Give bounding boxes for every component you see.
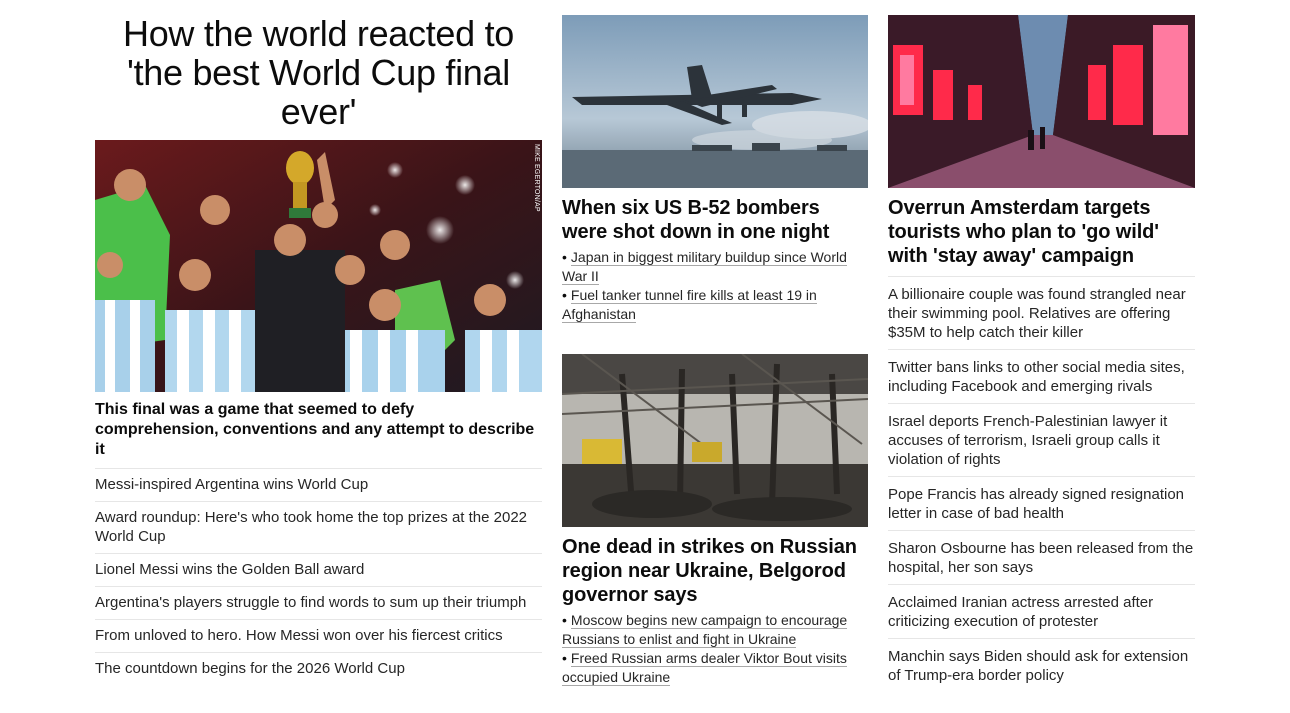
bullet-icon: • — [562, 287, 567, 303]
bullet-icon: • — [562, 612, 567, 628]
bullet-icon: • — [562, 650, 567, 666]
list-item: Pope Francis has already signed resignat… — [888, 477, 1195, 531]
list-item: A billionaire couple was found strangled… — [888, 277, 1195, 350]
list-item: Israel deports French-Palestinian lawyer… — [888, 404, 1195, 477]
list-item: The countdown begins for the 2026 World … — [95, 653, 542, 685]
related-link[interactable]: Lionel Messi wins the Golden Ball award — [95, 554, 542, 586]
world-cup-celebration-photo — [95, 140, 542, 392]
headline-link[interactable]: Acclaimed Iranian actress arrested after… — [888, 585, 1195, 638]
related-link[interactable]: Award roundup: Here's who took home the … — [95, 502, 542, 553]
related-link[interactable]: Japan in biggest military buildup since … — [562, 249, 847, 285]
amsterdam-story-image[interactable] — [888, 15, 1195, 188]
belgorod-story-image[interactable] — [562, 354, 868, 527]
list-item: Argentina's players struggle to find wor… — [95, 587, 542, 620]
lead-story-image[interactable]: MIKE EGERTON/AP — [95, 140, 542, 392]
headline-link[interactable]: Twitter bans links to other social media… — [888, 350, 1195, 403]
headline-link[interactable]: Israel deports French-Palestinian lawyer… — [888, 404, 1195, 476]
list-item: Acclaimed Iranian actress arrested after… — [888, 585, 1195, 639]
list-item: • Japan in biggest military buildup since… — [562, 248, 868, 286]
related-link[interactable]: The countdown begins for the 2026 World … — [95, 653, 542, 685]
list-item: Messi-inspired Argentina wins World Cup — [95, 469, 542, 502]
list-item: Award roundup: Here's who took home the … — [95, 502, 542, 554]
lead-story-title[interactable]: How the world reacted to 'the best World… — [95, 14, 542, 131]
lead-related-links: Messi-inspired Argentina wins World Cup … — [95, 469, 542, 685]
list-item: • Freed Russian arms dealer Viktor Bout v… — [562, 649, 868, 687]
bullet-icon: • — [562, 249, 567, 265]
photo-credit: MIKE EGERTON/AP — [533, 144, 540, 212]
middle-stories-column: When six US B-52 bombers were shot down … — [562, 0, 868, 687]
lead-story-subhead[interactable]: This final was a game that seemed to def… — [95, 400, 542, 469]
list-item: • Fuel tanker tunnel fire kills at least … — [562, 286, 868, 324]
related-link[interactable]: From unloved to hero. How Messi won over… — [95, 620, 542, 652]
headline-link[interactable]: A billionaire couple was found strangled… — [888, 277, 1195, 349]
headline-link[interactable]: Sharon Osbourne has been released from t… — [888, 531, 1195, 584]
list-item: • Moscow begins new campaign to encourage… — [562, 611, 868, 649]
right-stories-column: Overrun Amsterdam targets tourists who p… — [888, 0, 1195, 692]
b52-related-bullets: • Japan in biggest military buildup since… — [562, 248, 868, 324]
related-link[interactable]: Freed Russian arms dealer Viktor Bout vi… — [562, 650, 847, 686]
list-item: Manchin says Biden should ask for extens… — [888, 639, 1195, 692]
right-headline-list: A billionaire couple was found strangled… — [888, 276, 1195, 692]
amsterdam-story-headline[interactable]: Overrun Amsterdam targets tourists who p… — [888, 196, 1195, 268]
lead-story-column: How the world reacted to 'the best World… — [95, 0, 542, 685]
list-item: Sharon Osbourne has been released from t… — [888, 531, 1195, 585]
related-link[interactable]: Fuel tanker tunnel fire kills at least 1… — [562, 287, 817, 323]
list-item: From unloved to hero. How Messi won over… — [95, 620, 542, 653]
b52-bomber-photo — [562, 15, 868, 188]
related-link[interactable]: Moscow begins new campaign to encourage … — [562, 612, 848, 648]
b52-story-headline[interactable]: When six US B-52 bombers were shot down … — [562, 196, 868, 244]
b52-story-image[interactable] — [562, 15, 868, 188]
headline-link[interactable]: Pope Francis has already signed resignat… — [888, 477, 1195, 530]
destroyed-building-photo — [562, 354, 868, 527]
list-item: Twitter bans links to other social media… — [888, 350, 1195, 404]
headline-link[interactable]: Manchin says Biden should ask for extens… — [888, 639, 1195, 692]
related-link[interactable]: Messi-inspired Argentina wins World Cup — [95, 469, 542, 501]
related-link[interactable]: Argentina's players struggle to find wor… — [95, 587, 542, 619]
amsterdam-street-photo — [888, 15, 1195, 188]
belgorod-story-headline[interactable]: One dead in strikes on Russian region ne… — [562, 535, 868, 607]
belgorod-related-bullets: • Moscow begins new campaign to encourage… — [562, 611, 868, 687]
list-item: Lionel Messi wins the Golden Ball award — [95, 554, 542, 587]
